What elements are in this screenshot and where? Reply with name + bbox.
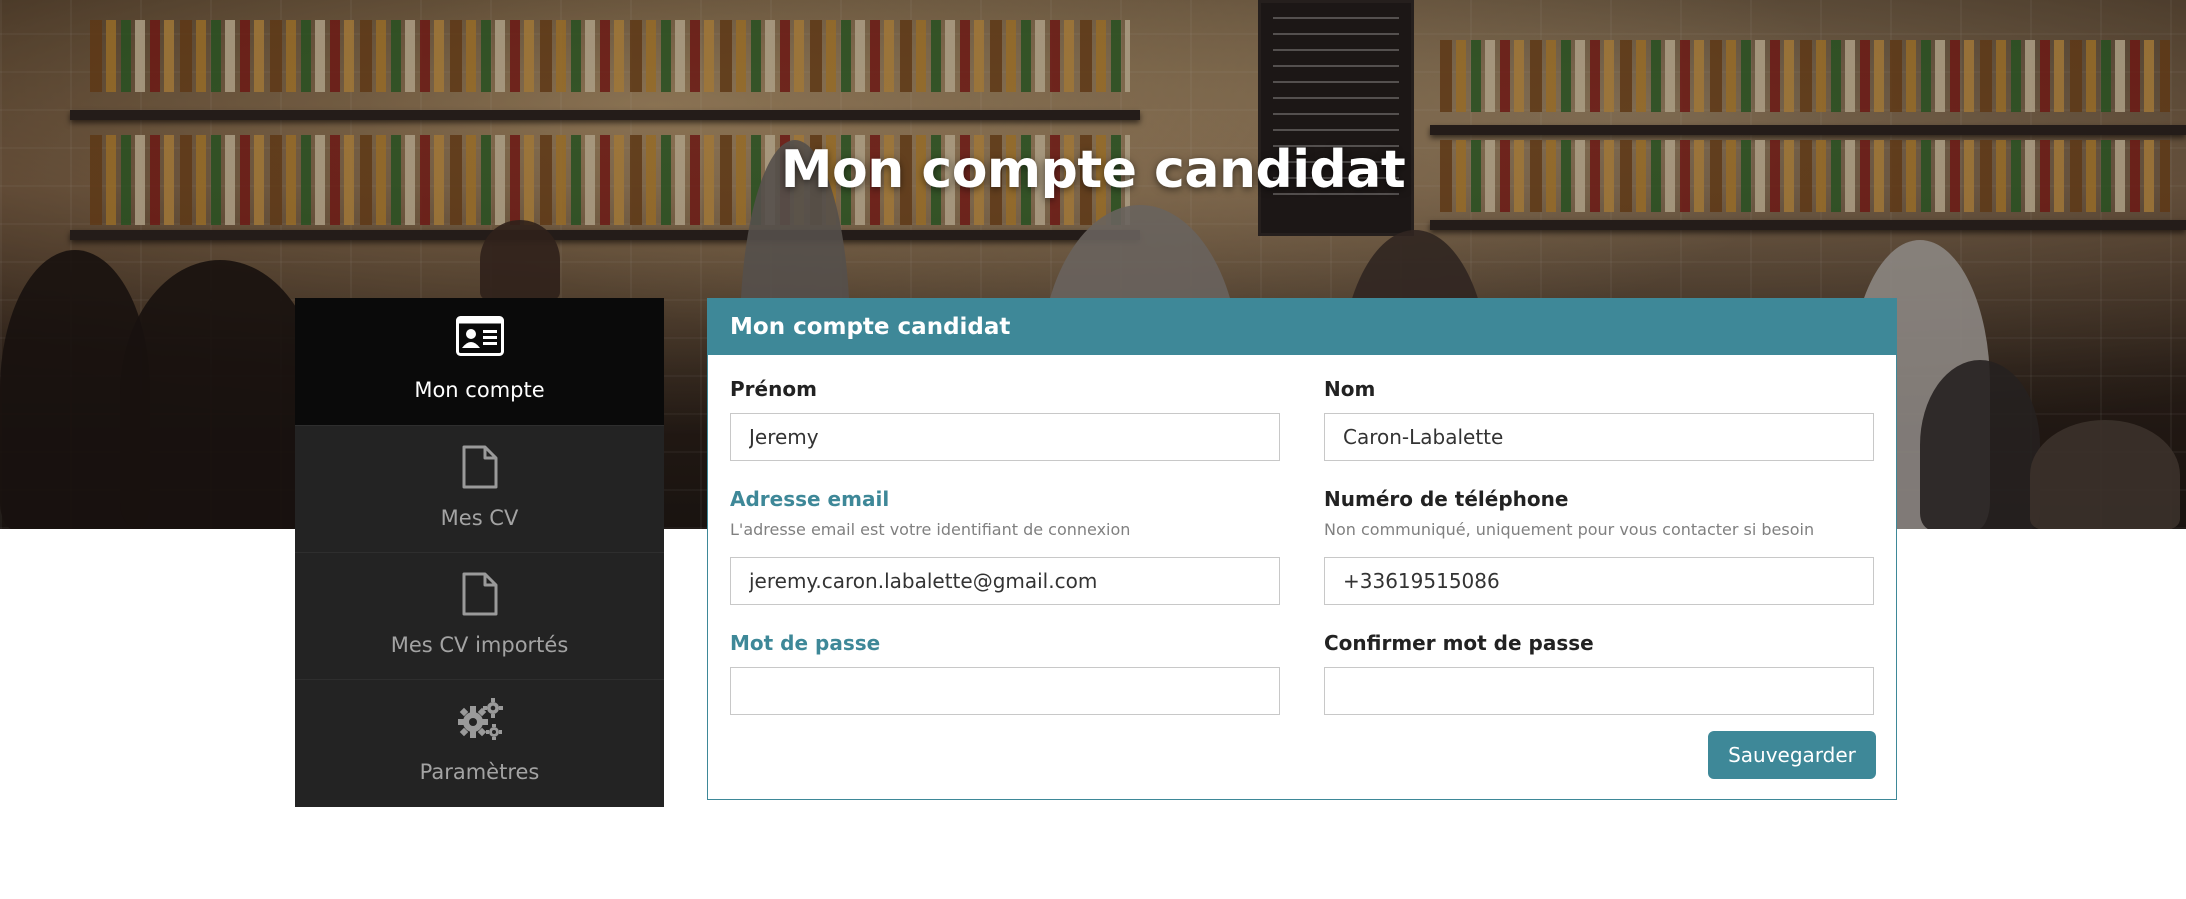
password-input[interactable] xyxy=(730,667,1280,715)
email-input[interactable] xyxy=(730,557,1280,605)
gears-icon xyxy=(457,698,503,740)
sidebar-item-label: Mes CV xyxy=(440,506,519,530)
account-form-panel: Mon compte candidat Prénom Nom Adresse e… xyxy=(707,298,1897,800)
sidebar-item-mes-cv-importes[interactable]: Mes CV importés xyxy=(295,553,664,680)
sidebar-item-parametres[interactable]: Paramètres xyxy=(295,680,664,806)
phone-label: Numéro de téléphone xyxy=(1324,487,1569,511)
confirm-password-label: Confirmer mot de passe xyxy=(1324,631,1594,655)
document-icon xyxy=(462,572,497,616)
id-card-icon xyxy=(455,316,504,356)
sidebar-item-label: Mon compte xyxy=(414,378,545,402)
email-help-text: L'adresse email est votre identifiant de… xyxy=(730,520,1131,539)
firstname-label: Prénom xyxy=(730,377,817,401)
firstname-input[interactable] xyxy=(730,413,1280,461)
sidebar-item-mes-cv[interactable]: Mes CV xyxy=(295,426,664,553)
lastname-label: Nom xyxy=(1324,377,1376,401)
phone-input[interactable] xyxy=(1324,557,1874,605)
account-sidebar: Mon compte Mes CV Mes CV importés Paramè… xyxy=(295,298,664,807)
phone-help-text: Non communiqué, uniquement pour vous con… xyxy=(1324,520,1815,539)
panel-title: Mon compte candidat xyxy=(708,299,1896,355)
sidebar-item-label: Paramètres xyxy=(419,760,540,784)
save-button[interactable]: Sauvegarder xyxy=(1708,731,1876,779)
document-icon xyxy=(462,445,497,489)
sidebar-item-label: Mes CV importés xyxy=(390,633,569,657)
sidebar-item-mon-compte[interactable]: Mon compte xyxy=(295,298,664,426)
password-label: Mot de passe xyxy=(730,631,881,655)
page-title: Mon compte candidat xyxy=(780,140,1406,200)
confirm-password-input[interactable] xyxy=(1324,667,1874,715)
lastname-input[interactable] xyxy=(1324,413,1874,461)
email-label: Adresse email xyxy=(730,487,890,511)
